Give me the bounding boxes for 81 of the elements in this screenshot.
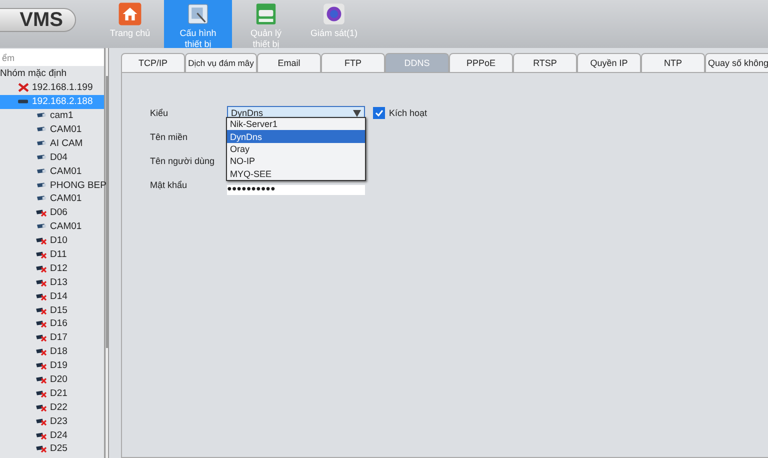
camera-icon: [36, 180, 47, 190]
camera-icon: [36, 125, 47, 134]
checkbox-label: Kích hoạt: [389, 108, 428, 118]
tree-item[interactable]: D11: [0, 248, 104, 262]
camera-icon: [36, 194, 47, 204]
tree-item[interactable]: D24: [0, 428, 104, 442]
offline-camera-icon: [36, 306, 47, 315]
tree-item[interactable]: CAM01: [0, 122, 104, 136]
dropdown-option[interactable]: MYQ-SEE: [227, 168, 365, 180]
tree-item[interactable]: D14: [0, 289, 104, 304]
enable-checkbox[interactable]: [373, 107, 385, 119]
tree-item[interactable]: D06: [0, 206, 104, 220]
tree-item[interactable]: D17: [0, 330, 104, 345]
offline-device-icon: [18, 83, 29, 92]
tree-item[interactable]: D15: [0, 303, 104, 318]
offline-camera-icon: [36, 292, 47, 301]
offline-camera-icon: [36, 236, 47, 246]
field-label: Tên người dùng: [150, 155, 216, 168]
offline-camera-icon: [36, 278, 47, 287]
tree-item[interactable]: D19: [0, 358, 104, 373]
tree-item[interactable]: Nhóm mặc định: [0, 67, 104, 81]
tab[interactable]: NTP: [641, 53, 705, 72]
tab[interactable]: Dịch vụ đám mây: [185, 53, 257, 72]
tree-item[interactable]: CAM01: [0, 192, 104, 206]
field-label: Tên miền: [150, 131, 189, 144]
dropdown-option[interactable]: Oray: [227, 142, 365, 156]
camera-icon: [36, 152, 47, 162]
tab[interactable]: PPPoE: [449, 53, 513, 72]
offline-camera-icon: [36, 347, 47, 356]
camera-icon: [36, 166, 47, 176]
tab[interactable]: Email: [257, 53, 321, 72]
offline-camera-icon: [36, 264, 47, 273]
app-logo: VMS: [0, 8, 76, 32]
tree-item[interactable]: D21: [0, 386, 104, 400]
tree-item[interactable]: D13: [0, 275, 104, 290]
field-label: Mật khẩu: [150, 179, 188, 192]
device-icon: [18, 97, 29, 106]
dropdown-option[interactable]: NO-IP: [227, 155, 365, 168]
tab[interactable]: Quyền IP: [577, 53, 641, 72]
tab[interactable]: FTP: [321, 53, 385, 72]
tree-item[interactable]: 192.168.1.199: [0, 80, 104, 95]
tree-item[interactable]: cam1: [0, 108, 104, 123]
search-field[interactable]: ểm: [0, 49, 104, 66]
offline-camera-icon: [36, 430, 47, 440]
settings-icon: [186, 2, 210, 26]
offline-camera-icon: [36, 402, 47, 412]
tree-item[interactable]: PHONG BEP: [0, 178, 104, 192]
tab[interactable]: Quay số không: [705, 53, 768, 72]
camera-icon: [36, 222, 47, 232]
offline-camera-icon: [36, 361, 47, 370]
tab[interactable]: TCP/IP: [121, 53, 185, 72]
tree-item[interactable]: D10: [0, 234, 104, 248]
dropdown-option[interactable]: DynDns: [227, 130, 365, 143]
offline-camera-icon: [36, 319, 47, 328]
offline-camera-icon: [36, 375, 47, 384]
tree-item[interactable]: CAM01: [0, 220, 104, 234]
offline-camera-icon: [36, 416, 47, 426]
monitor-icon: [322, 2, 346, 26]
tree-item[interactable]: D16: [0, 317, 104, 331]
offline-camera-icon: [36, 444, 47, 454]
tree-item[interactable]: D12: [0, 261, 104, 276]
dropdown-option[interactable]: Nik-Server1: [227, 118, 365, 130]
house-icon: [118, 2, 142, 26]
camera-icon: [36, 138, 47, 148]
tree-item[interactable]: D04: [0, 150, 104, 164]
password-field[interactable]: ●●●●●●●●●●: [227, 185, 365, 195]
offline-camera-icon: [36, 388, 47, 398]
tree-item[interactable]: D25: [0, 442, 104, 456]
offline-camera-icon: [36, 250, 47, 260]
tree-item[interactable]: D18: [0, 344, 104, 359]
tree-item[interactable]: D22: [0, 400, 104, 414]
offline-camera-icon: [36, 208, 47, 218]
tree-item[interactable]: D23: [0, 414, 104, 428]
tree-item[interactable]: CAM01: [0, 164, 104, 178]
device-icon: [254, 2, 278, 26]
offline-camera-icon: [36, 333, 47, 342]
tree-item[interactable]: D20: [0, 372, 104, 386]
tab[interactable]: RTSP: [513, 53, 577, 72]
field-label: Kiểu: [150, 107, 170, 120]
camera-icon: [36, 111, 47, 120]
tree-item[interactable]: AI CAM: [0, 136, 104, 150]
